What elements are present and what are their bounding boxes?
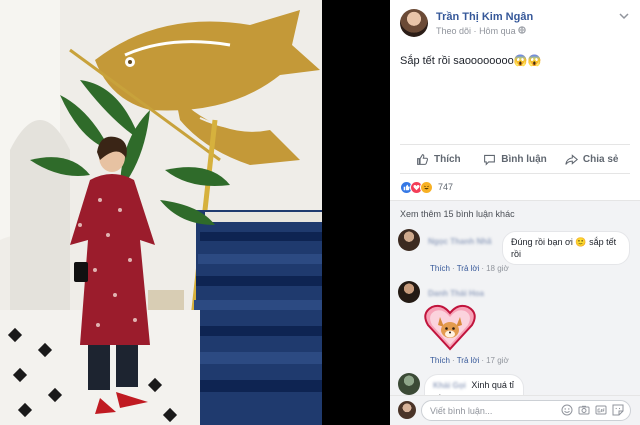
photo-letterbox xyxy=(322,0,390,425)
comment-input[interactable]: Viết bình luận... xyxy=(421,400,631,421)
post-side-panel: Trần Thị Kim Ngân Theo dõi · Hôm qua Sắp… xyxy=(390,0,640,425)
comment-button[interactable]: Bình luận xyxy=(477,145,554,173)
reactions-summary[interactable]: 747 xyxy=(400,180,453,194)
post-header: Trần Thị Kim Ngân Theo dõi · Hôm qua xyxy=(390,0,640,42)
author-name[interactable]: Trần Thị Kim Ngân xyxy=(436,11,533,23)
sticker-icon[interactable] xyxy=(612,404,624,417)
globe-icon xyxy=(518,26,526,36)
comment-actions: Thích · Trả lời · 17 giờ xyxy=(430,356,509,365)
share-arrow-icon xyxy=(565,153,578,165)
author-avatar[interactable] xyxy=(400,9,428,37)
comment-avatar[interactable] xyxy=(398,281,420,303)
thumbs-up-icon xyxy=(417,153,429,165)
meta-dot: · xyxy=(473,26,477,36)
action-separator: · xyxy=(481,356,485,365)
heart-fox-sticker[interactable] xyxy=(424,303,476,351)
comment-author[interactable]: Danh Thái Hoa xyxy=(428,289,484,298)
share-button[interactable]: Chia sẻ xyxy=(553,145,630,173)
comment-time[interactable]: 17 giờ xyxy=(486,356,509,365)
reactions-count: 747 xyxy=(438,182,454,192)
comment-composer: Viết bình luận... xyxy=(390,395,640,425)
emoji-icon[interactable] xyxy=(561,404,573,417)
action-separator: · xyxy=(481,264,485,273)
comment-label: Bình luận xyxy=(501,153,547,165)
view-more-comments-link[interactable]: Xem thêm 15 bình luận khác xyxy=(400,209,515,219)
like-button[interactable]: Thích xyxy=(400,145,477,173)
post-time[interactable]: Hôm qua xyxy=(479,26,516,36)
photo-image xyxy=(0,0,322,425)
camera-icon[interactable] xyxy=(578,404,590,417)
comment-bubble: Đúng rồi bạn ơi 🙂 sắp tết rồi xyxy=(502,231,630,265)
comment-avatar[interactable] xyxy=(398,229,420,251)
comment-reply-link[interactable]: Trả lời xyxy=(457,356,480,365)
comments-section: Xem thêm 15 bình luận khác Ngọc Thanh Nh… xyxy=(390,200,640,409)
comment-author[interactable]: Khải Gọi xyxy=(433,381,466,390)
comment-like-link[interactable]: Thích xyxy=(430,264,450,273)
comment-time[interactable]: 18 giờ xyxy=(486,264,509,273)
gif-icon[interactable] xyxy=(595,404,607,417)
like-label: Thích xyxy=(434,153,461,165)
action-separator: · xyxy=(452,356,455,365)
follow-link[interactable]: Theo dõi xyxy=(436,26,471,36)
photo-illustration xyxy=(0,0,322,425)
comment-like-link[interactable]: Thích xyxy=(430,356,450,365)
comment-avatar[interactable] xyxy=(398,373,420,395)
comment-bubble-icon xyxy=(484,154,496,166)
post-photo[interactable] xyxy=(0,0,390,425)
post-text: Sắp tết rồi saoooooooo😱😱 xyxy=(400,55,542,67)
post-meta: Theo dõi · Hôm qua xyxy=(436,26,526,36)
composer-icons xyxy=(561,404,624,417)
post-options-chevron-icon[interactable] xyxy=(618,12,630,22)
post-actions-bar: Thích Bình luận Chia sẻ xyxy=(400,144,630,174)
comment-actions: Thích · Trả lời · 18 giờ xyxy=(430,264,509,273)
comment-author[interactable]: Ngọc Thanh Nhã xyxy=(428,237,492,246)
haha-reaction-icon xyxy=(420,180,433,194)
comment-text: Đúng rồi bạn ơi 🙂 sắp tết rồi xyxy=(511,237,617,259)
share-label: Chia sẻ xyxy=(582,153,619,165)
comment-reply-link[interactable]: Trả lời xyxy=(457,264,480,273)
comment-input-placeholder: Viết bình luận... xyxy=(430,406,493,416)
viewer-avatar xyxy=(398,401,416,419)
action-separator: · xyxy=(452,264,455,273)
